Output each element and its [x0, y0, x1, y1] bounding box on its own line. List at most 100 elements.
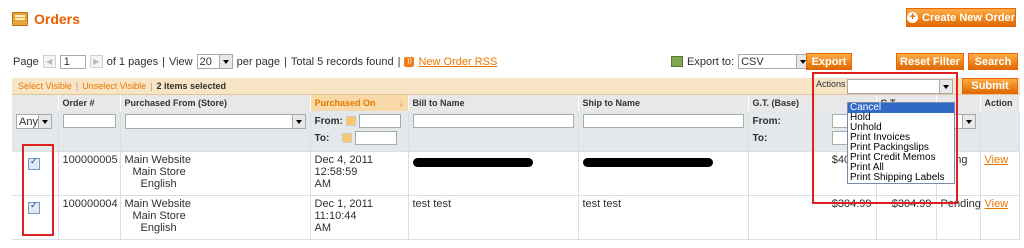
- export-button[interactable]: Export: [806, 53, 852, 70]
- filter-store-cell: [120, 111, 311, 152]
- filter-action-cell: [980, 111, 1021, 152]
- bill-to-filter[interactable]: [412, 114, 574, 128]
- filter-date-cell: From: To:: [310, 111, 409, 152]
- ship-to-name: [578, 151, 749, 196]
- store-view: English: [140, 178, 177, 190]
- date-line2: AM: [314, 222, 332, 234]
- actions-select[interactable]: [847, 79, 953, 94]
- orders-icon: [12, 12, 28, 26]
- unselect-visible-label: Unselect Visible: [82, 81, 147, 91]
- col-purchased-on-label: Purchased On: [314, 98, 376, 108]
- store-cell: Main Website Main Store English: [120, 195, 311, 240]
- select-visible-label: Select Visible: [18, 81, 72, 91]
- date-from-label: From:: [314, 115, 343, 127]
- filter-ship-cell: [578, 111, 749, 152]
- plus-icon: +: [907, 12, 919, 23]
- gt-from-label: From:: [752, 115, 781, 127]
- store-name: Main Store: [132, 210, 186, 222]
- per-page-select[interactable]: 20: [196, 54, 233, 69]
- order-number-filter[interactable]: [62, 114, 116, 128]
- store-website: Main Website: [124, 198, 191, 210]
- purchased-on: Dec 4, 2011 12:58:59 AM: [310, 151, 409, 196]
- reset-filter-button[interactable]: Reset Filter: [896, 53, 964, 70]
- order-number: 100000005: [58, 151, 121, 196]
- purchased-on: Dec 1, 2011 11:10:44 AM: [310, 195, 409, 240]
- order-number: 100000004: [58, 195, 121, 240]
- prev-page-icon[interactable]: ◀: [42, 55, 56, 68]
- page-label: Page: [13, 55, 39, 68]
- export-controls: Export to: CSV: [671, 54, 811, 69]
- store-filter-select[interactable]: [124, 114, 306, 129]
- store-cell: Main Website Main Store English: [120, 151, 311, 196]
- bill-to-name: [408, 151, 579, 196]
- export-format-select[interactable]: CSV: [738, 54, 811, 69]
- calendar-icon[interactable]: [342, 133, 353, 143]
- action-option-print-shipping-labels[interactable]: Print Shipping Labels: [848, 173, 954, 183]
- store-website: Main Website: [124, 154, 191, 166]
- col-bill-to-name[interactable]: Bill to Name: [408, 95, 579, 111]
- col-action: Action: [980, 95, 1021, 111]
- filter-any-select[interactable]: Any: [16, 114, 52, 129]
- selected-count: 2 items selected: [156, 81, 226, 91]
- search-button[interactable]: Search: [968, 53, 1018, 70]
- select-visible-link[interactable]: Select Visible: [18, 81, 72, 91]
- create-new-order-label: Create New Order: [922, 11, 1015, 24]
- filter-bill-cell: [408, 111, 579, 152]
- page-title: Orders: [12, 11, 80, 27]
- redacted-bill-name: [412, 158, 533, 167]
- sort-arrow-icon: ↓: [399, 98, 404, 108]
- date-from-input[interactable]: [358, 114, 401, 128]
- chevron-down-icon: [38, 115, 51, 128]
- total-records: Total 5 records found: [290, 55, 394, 68]
- separator: |: [150, 81, 153, 91]
- store-view: English: [140, 222, 177, 234]
- date-from: From:: [315, 114, 404, 128]
- of-pages-text: of 1 pages: [106, 55, 159, 68]
- store-name: Main Store: [132, 166, 186, 178]
- chevron-down-icon: [291, 115, 305, 128]
- col-ship-to-name[interactable]: Ship to Name: [578, 95, 749, 111]
- new-order-rss-link[interactable]: New Order RSS: [418, 56, 497, 68]
- separator: |: [162, 55, 165, 68]
- redacted-ship-name: [582, 158, 713, 167]
- date-to-input[interactable]: [355, 131, 398, 145]
- filter-any-value: Any: [19, 115, 38, 128]
- export-format-value: CSV: [741, 55, 764, 68]
- action-cell: View: [980, 151, 1021, 196]
- actions-dropdown: Cancel Hold Unhold Print Invoices Print …: [847, 102, 955, 184]
- filter-order-cell: [58, 111, 121, 152]
- actions-label: Actions: [816, 79, 846, 89]
- export-icon: [671, 56, 683, 67]
- pager: Page ◀ 1 ▶ of 1 pages | View 20 per page…: [13, 54, 497, 69]
- gt-to-label: To:: [752, 132, 768, 144]
- chevron-down-icon: [939, 80, 952, 93]
- chevron-down-icon: [218, 55, 232, 68]
- ship-to-name: test test: [578, 195, 749, 240]
- submit-button[interactable]: Submit: [962, 78, 1018, 94]
- bill-to-name: test test: [408, 195, 579, 240]
- ship-to-filter[interactable]: [582, 114, 744, 128]
- col-purchased-from[interactable]: Purchased From (Store): [120, 95, 311, 111]
- per-page-label: per page: [236, 55, 281, 68]
- separator: |: [75, 81, 79, 91]
- date-line1: Dec 4, 2011 12:58:59: [314, 154, 374, 178]
- col-checkbox: [12, 95, 59, 111]
- date-to: To:: [315, 131, 404, 145]
- next-page-icon[interactable]: ▶: [89, 55, 103, 68]
- view-link[interactable]: View: [985, 198, 1009, 210]
- date-to-label: To:: [314, 132, 330, 144]
- page-input[interactable]: 1: [59, 54, 86, 69]
- action-cell: View: [980, 195, 1021, 240]
- per-page-value: 20: [199, 55, 212, 68]
- col-order-number[interactable]: Order #: [58, 95, 121, 111]
- create-new-order-button[interactable]: + Create New Order: [906, 8, 1016, 27]
- date-line2: AM: [314, 178, 332, 190]
- export-label: Export to:: [687, 55, 735, 68]
- view-link[interactable]: View: [985, 154, 1009, 166]
- separator: |: [284, 55, 287, 68]
- calendar-icon[interactable]: [345, 116, 356, 126]
- checkbox-highlight-box: [22, 144, 54, 236]
- unselect-visible-link[interactable]: Unselect Visible: [82, 81, 146, 91]
- date-line1: Dec 1, 2011 11:10:44: [314, 198, 374, 222]
- col-purchased-on[interactable]: Purchased On ↓: [310, 95, 409, 111]
